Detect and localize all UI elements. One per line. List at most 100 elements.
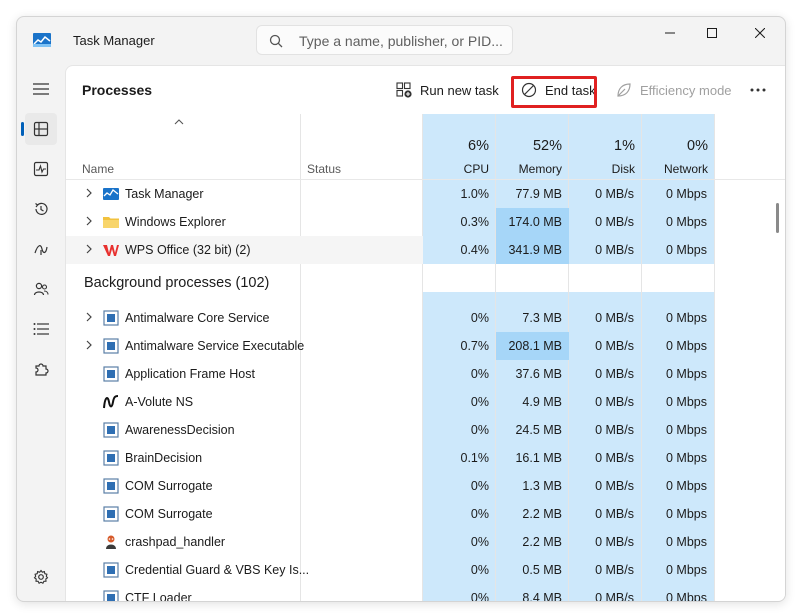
title-bar[interactable]: Task Manager xyxy=(17,17,785,63)
process-cpu: 0% xyxy=(470,591,489,602)
processes-panel: Processes Run new task End task Efficien… xyxy=(65,65,785,602)
process-row[interactable]: BrainDecision 0.1% 16.1 MB 0 MB/s 0 Mbps xyxy=(66,444,785,472)
process-network: 0 Mbps xyxy=(666,423,707,437)
service-icon xyxy=(103,562,119,578)
process-name: Credential Guard & VBS Key Is... xyxy=(125,563,310,577)
process-name: Application Frame Host xyxy=(125,367,255,381)
more-options-button[interactable] xyxy=(744,80,772,100)
process-memory: 208.1 MB xyxy=(508,339,562,353)
process-disk: 0 MB/s xyxy=(595,395,634,409)
search-input[interactable] xyxy=(297,31,506,51)
process-disk: 0 MB/s xyxy=(595,479,634,493)
cpu-total-percent: 6% xyxy=(468,138,489,154)
expand-chevron-icon[interactable] xyxy=(85,216,93,226)
process-name: crashpad_handler xyxy=(125,535,226,549)
vertical-scrollbar-thumb[interactable] xyxy=(776,203,779,233)
section-gap xyxy=(423,264,715,292)
process-row[interactable]: Credential Guard & VBS Key Is... 0% 0.5 … xyxy=(66,556,785,584)
nav-performance[interactable] xyxy=(25,153,57,185)
process-row[interactable]: CTF Loader 0% 8.4 MB 0 MB/s 0 Mbps xyxy=(66,584,785,602)
nav-processes[interactable] xyxy=(21,113,57,145)
process-disk: 0 MB/s xyxy=(595,243,634,257)
nav-app-history[interactable] xyxy=(25,193,57,225)
nav-startup-apps[interactable] xyxy=(25,233,57,265)
process-cpu: 0% xyxy=(470,367,489,381)
hamburger-menu-button[interactable] xyxy=(25,73,57,105)
end-task-button[interactable]: End task xyxy=(521,76,596,104)
column-header-name[interactable]: Name xyxy=(82,162,114,176)
column-header-disk[interactable]: Disk xyxy=(569,162,635,176)
process-network: 0 Mbps xyxy=(666,591,707,602)
efficiency-mode-button[interactable]: Efficiency mode xyxy=(616,76,732,104)
process-row[interactable]: COM Surrogate 0% 2.2 MB 0 MB/s 0 Mbps xyxy=(66,500,785,528)
process-memory: 77.9 MB xyxy=(515,187,562,201)
services-puzzle-icon xyxy=(35,363,49,376)
avolute-icon xyxy=(103,395,119,409)
process-network: 0 Mbps xyxy=(666,367,707,381)
process-memory: 4.9 MB xyxy=(522,395,562,409)
process-cpu: 0% xyxy=(470,423,489,437)
page-title: Processes xyxy=(82,82,153,98)
nav-settings[interactable] xyxy=(25,561,57,593)
service-icon xyxy=(103,310,119,326)
run-new-task-label: Run new task xyxy=(420,82,499,98)
process-memory: 37.6 MB xyxy=(515,367,562,381)
expand-chevron-icon[interactable] xyxy=(85,244,93,254)
process-memory: 7.3 MB xyxy=(522,311,562,325)
sort-ascending-icon[interactable] xyxy=(174,119,184,125)
efficiency-mode-label: Efficiency mode xyxy=(640,82,732,98)
process-disk: 0 MB/s xyxy=(595,339,634,353)
column-header-status[interactable]: Status xyxy=(307,162,341,176)
process-cpu: 0.7% xyxy=(460,339,490,353)
expand-chevron-icon[interactable] xyxy=(85,188,93,198)
column-header-network[interactable]: Network xyxy=(642,162,708,176)
process-disk: 0 MB/s xyxy=(595,423,634,437)
process-network: 0 Mbps xyxy=(666,479,707,493)
process-disk: 0 MB/s xyxy=(595,367,634,381)
process-cpu: 0% xyxy=(470,479,489,493)
gear-icon xyxy=(33,569,49,584)
process-row[interactable]: Antimalware Core Service 0% 7.3 MB 0 MB/… xyxy=(66,304,785,332)
process-row[interactable]: Antimalware Service Executable 0.7% 208.… xyxy=(66,332,785,360)
process-memory: 341.9 MB xyxy=(508,243,562,257)
process-memory: 24.5 MB xyxy=(515,423,562,437)
process-name: COM Surrogate xyxy=(125,507,213,521)
nav-users[interactable] xyxy=(25,273,57,305)
column-header-cpu[interactable]: CPU xyxy=(423,162,489,176)
end-task-label: End task xyxy=(545,82,596,98)
processes-icon xyxy=(33,121,49,137)
process-name: Antimalware Service Executable xyxy=(125,339,305,353)
process-row[interactable]: WPS Office (32 bit) (2) 0.4% 341.9 MB 0 … xyxy=(66,236,785,264)
maximize-button[interactable] xyxy=(689,17,735,49)
process-memory: 2.2 MB xyxy=(522,535,562,549)
process-row[interactable]: Task Manager 1.0% 77.9 MB 0 MB/s 0 Mbps xyxy=(66,180,785,208)
process-disk: 0 MB/s xyxy=(595,187,634,201)
history-icon xyxy=(35,202,48,215)
search-box[interactable] xyxy=(256,25,513,55)
nav-services[interactable] xyxy=(25,353,57,385)
expand-chevron-icon[interactable] xyxy=(85,340,93,350)
nav-details[interactable] xyxy=(25,313,57,345)
process-name: CTF Loader xyxy=(125,591,192,602)
process-network: 0 Mbps xyxy=(666,339,707,353)
process-network: 0 Mbps xyxy=(666,451,707,465)
process-row[interactable]: COM Surrogate 0% 1.3 MB 0 MB/s 0 Mbps xyxy=(66,472,785,500)
process-name: Task Manager xyxy=(125,187,204,201)
process-row[interactable]: AwarenessDecision 0% 24.5 MB 0 MB/s 0 Mb… xyxy=(66,416,785,444)
minimize-button[interactable] xyxy=(647,17,693,49)
process-disk: 0 MB/s xyxy=(595,535,634,549)
run-new-task-button[interactable]: Run new task xyxy=(396,76,499,104)
process-cpu: 0% xyxy=(470,395,489,409)
startup-icon xyxy=(34,245,48,255)
close-button[interactable] xyxy=(737,17,783,49)
process-row[interactable]: Windows Explorer 0.3% 174.0 MB 0 MB/s 0 … xyxy=(66,208,785,236)
task-manager-icon xyxy=(103,188,119,200)
process-network: 0 Mbps xyxy=(666,563,707,577)
process-row[interactable]: A-Volute NS 0% 4.9 MB 0 MB/s 0 Mbps xyxy=(66,388,785,416)
section-title-background: Background processes (102) xyxy=(84,275,270,291)
process-row[interactable]: Application Frame Host 0% 37.6 MB 0 MB/s… xyxy=(66,360,785,388)
process-disk: 0 MB/s xyxy=(595,507,634,521)
column-header-memory[interactable]: Memory xyxy=(496,162,562,176)
expand-chevron-icon[interactable] xyxy=(85,312,93,322)
process-row[interactable]: crashpad_handler 0% 2.2 MB 0 MB/s 0 Mbps xyxy=(66,528,785,556)
